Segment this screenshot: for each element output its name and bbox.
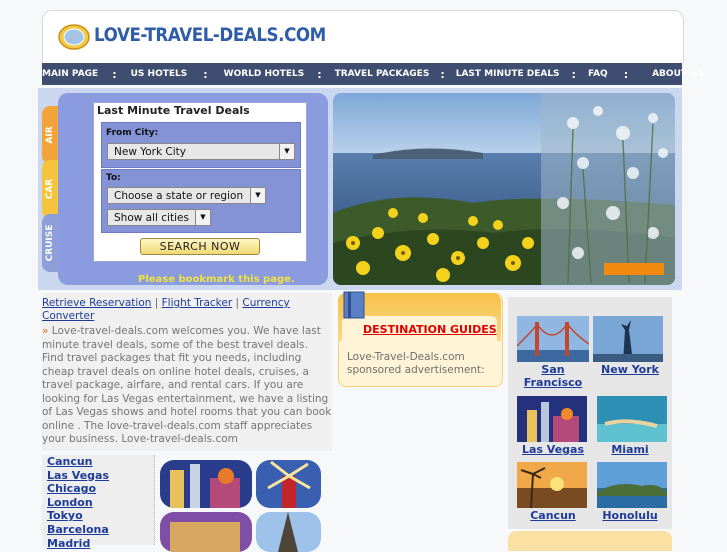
city-las-vegas[interactable]: Las Vegas (514, 443, 592, 456)
las-vegas-thumbnail[interactable] (160, 460, 252, 508)
tab-car[interactable]: CAR (42, 160, 58, 218)
nav-separator: : (623, 67, 629, 81)
sponsored-text: Love-Travel-Deals.com sponsored advertis… (347, 351, 485, 376)
eiffel-tower-thumbnail[interactable] (256, 512, 321, 552)
to-city-select[interactable]: Show all cities ▼ (107, 209, 211, 226)
city-miami[interactable]: Miami (593, 443, 667, 456)
hero-photo (333, 93, 675, 285)
from-city-select[interactable]: New York City ▼ (107, 143, 295, 160)
city-list: Cancun Las Vegas Chicago London Tokyo Ba… (42, 455, 152, 550)
quick-links: Retrieve Reservation | Flight Tracker | … (42, 297, 292, 323)
welcome-text: » Love-travel-deals.com welcomes you. We… (42, 325, 332, 447)
from-label: From City: (106, 128, 159, 138)
nav-separator: : (440, 67, 445, 81)
flight-tracker-link[interactable]: Flight Tracker (162, 297, 233, 309)
site-title[interactable]: LOVE-TRAVEL-DEALS.COM (94, 24, 326, 46)
nav-separator: : (203, 67, 208, 81)
las-vegas-photo[interactable] (517, 396, 587, 442)
nav-us-hotels[interactable]: US HOTELS (131, 69, 188, 79)
compass-logo-icon (58, 24, 90, 50)
link-divider: | (154, 297, 159, 309)
chevron-down-icon: ▼ (250, 188, 265, 203)
book-icon (343, 291, 365, 319)
destination-guides-link[interactable]: DESTINATION GUIDES (363, 323, 497, 336)
cancun-photo[interactable] (517, 462, 587, 508)
to-state-select[interactable]: Choose a state or region ▼ (107, 187, 266, 204)
san-francisco-photo[interactable] (517, 316, 589, 362)
city-link-barcelona[interactable]: Barcelona (42, 523, 152, 537)
main-nav: MAIN PAGE : US HOTELS : WORLD HOTELS : T… (42, 63, 704, 85)
link-divider: | (235, 297, 240, 309)
city-link-chicago[interactable]: Chicago (42, 482, 152, 496)
city-honolulu[interactable]: Honolulu (593, 509, 667, 522)
nav-separator: : (112, 67, 117, 81)
bottom-panel (508, 531, 672, 551)
photo-badge[interactable] (604, 263, 664, 275)
chevron-down-icon: ▼ (279, 144, 294, 159)
nav-separator: : (317, 67, 322, 81)
nav-separator: : (571, 67, 576, 81)
windmill-thumbnail[interactable] (256, 460, 321, 508)
bullet-icon: » (42, 325, 49, 337)
search-now-button[interactable]: SEARCH NOW (140, 238, 260, 255)
chevron-down-icon: ▼ (195, 210, 210, 225)
nav-world-hotels[interactable]: WORLD HOTELS (224, 69, 305, 79)
city-link-london[interactable]: London (42, 496, 152, 510)
nav-about-us[interactable]: ABOUT US (652, 69, 704, 79)
monument-thumbnail[interactable] (160, 512, 252, 552)
welcome-paragraph: Love-travel-deals.com welcomes you. We h… (42, 325, 332, 445)
nav-last-minute-deals[interactable]: LAST MINUTE DEALS (456, 69, 560, 79)
honolulu-photo[interactable] (597, 462, 667, 508)
new-york-photo[interactable] (593, 316, 663, 362)
tab-cruise[interactable]: CRUISE (42, 214, 58, 272)
city-link-tokyo[interactable]: Tokyo (42, 509, 152, 523)
city-new-york[interactable]: New York (593, 363, 667, 376)
city-link-las-vegas[interactable]: Las Vegas (42, 469, 152, 483)
miami-photo[interactable] (597, 396, 667, 442)
city-san-francisco[interactable]: San Francisco (514, 363, 592, 389)
city-link-cancun[interactable]: Cancun (42, 455, 152, 469)
to-label: To: (106, 173, 121, 183)
city-cancun[interactable]: Cancun (514, 509, 592, 522)
retrieve-reservation-link[interactable]: Retrieve Reservation (42, 297, 151, 309)
nav-travel-packages[interactable]: TRAVEL PACKAGES (335, 69, 430, 79)
bookmark-text[interactable]: Please bookmark this page. (138, 274, 295, 285)
tab-air[interactable]: AIR (42, 106, 58, 164)
city-link-madrid[interactable]: Madrid (42, 537, 152, 551)
nav-main-page[interactable]: MAIN PAGE (42, 69, 98, 79)
search-title: Last Minute Travel Deals (97, 104, 250, 117)
nav-faq[interactable]: FAQ (588, 69, 608, 79)
